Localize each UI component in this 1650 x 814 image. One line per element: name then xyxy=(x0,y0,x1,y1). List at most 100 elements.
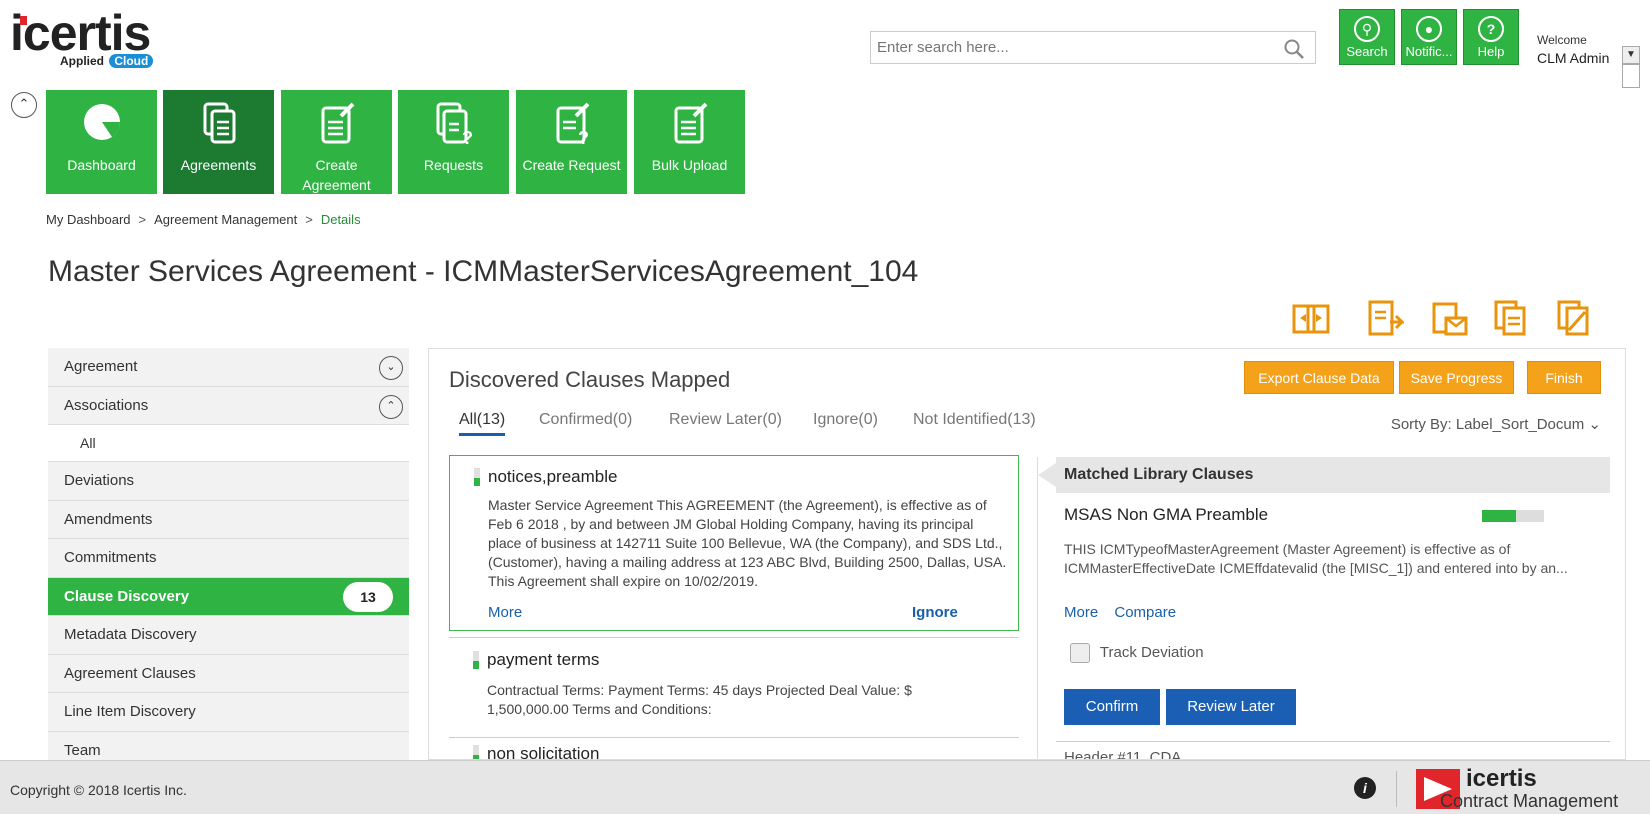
icertis-logo[interactable]: icertis Applied Cloud xyxy=(10,8,155,72)
confidence-fill xyxy=(473,661,479,669)
tile-dashboard[interactable]: Dashboard xyxy=(46,90,157,194)
library-clause-text: THIS ICMTypeofMasterAgreement (Master Ag… xyxy=(1064,541,1568,576)
info-icon[interactable]: i xyxy=(1354,777,1376,799)
sidebar-item-label: Amendments xyxy=(64,510,153,528)
tile-create-agreement[interactable]: Create Agreement xyxy=(281,90,392,194)
tab-all[interactable]: All(13) xyxy=(459,411,506,436)
sidebar-item-label: Line Item Discovery xyxy=(64,703,196,720)
breadcrumb-details: Details xyxy=(320,212,361,227)
tile-label: Requests xyxy=(423,157,484,173)
match-score-bar xyxy=(1482,510,1544,522)
notifications-button-label: Notific... xyxy=(1405,44,1453,59)
clause-card[interactable]: notices,preamble Master Service Agreemen… xyxy=(449,455,1019,631)
export-document-icon[interactable] xyxy=(1366,298,1404,338)
sidebar-item-amendments[interactable]: Amendments xyxy=(48,500,409,539)
double-chevron-up-icon: ⌃ xyxy=(18,96,30,111)
search-input[interactable] xyxy=(871,32,1271,63)
matched-library-panel: Matched Library Clauses MSAS Non GMA Pre… xyxy=(1037,457,1610,759)
user-dropdown-scroll[interactable] xyxy=(1622,64,1640,88)
create-request-icon: ? xyxy=(556,102,589,148)
chevron-up-icon[interactable]: ⌃ xyxy=(379,394,403,419)
tile-bulk-upload[interactable]: Bulk Upload xyxy=(634,90,745,194)
divider xyxy=(449,737,1019,738)
create-document-icon xyxy=(321,102,354,144)
panel-title: Discovered Clauses Mapped xyxy=(449,367,731,392)
breadcrumb-agreement-management[interactable]: Agreement Management xyxy=(154,212,297,227)
more-link[interactable]: More xyxy=(488,604,522,621)
library-links: More Compare xyxy=(1064,604,1188,621)
confirm-button[interactable]: Confirm xyxy=(1064,689,1160,725)
next-library-clause-title[interactable]: Header #11_CDA xyxy=(1064,749,1181,759)
library-heading: Matched Library Clauses xyxy=(1056,457,1610,493)
global-search xyxy=(870,31,1316,64)
welcome-label: Welcome xyxy=(1537,33,1587,47)
breadcrumb-my-dashboard[interactable]: My Dashboard xyxy=(46,212,131,227)
sidebar-item-team[interactable]: Team xyxy=(48,731,409,760)
track-deviation-row[interactable]: Track Deviation xyxy=(1070,643,1204,663)
logo-dot xyxy=(20,16,27,25)
review-later-button[interactable]: Review Later xyxy=(1166,689,1296,725)
sidebar-item-deviations[interactable]: Deviations xyxy=(48,462,409,501)
clause-card[interactable]: non solicitation xyxy=(449,741,1019,759)
copy-document-icon[interactable] xyxy=(1492,298,1530,338)
sidebar-item-label: Team xyxy=(64,741,101,759)
breadcrumb-separator: > xyxy=(138,212,147,227)
tile-label: Bulk Upload xyxy=(651,157,728,173)
tile-agreements[interactable]: Agreements xyxy=(163,90,274,194)
user-dropdown-toggle[interactable]: ▼ xyxy=(1622,46,1640,64)
sidebar-item-agreement[interactable]: Agreement ⌄ xyxy=(48,348,409,387)
sidebar-item-metadata-discovery[interactable]: Metadata Discovery xyxy=(48,616,409,655)
divider xyxy=(1396,771,1397,807)
more-link[interactable]: More xyxy=(1064,604,1098,621)
tab-review-later[interactable]: Review Later(0) xyxy=(669,411,782,429)
username[interactable]: CLM Admin xyxy=(1537,50,1609,66)
export-clause-data-button[interactable]: Export Clause Data xyxy=(1244,361,1394,394)
confidence-bar xyxy=(474,468,480,486)
clause-title: payment terms xyxy=(487,650,600,669)
sidebar-item-line-item-discovery[interactable]: Line Item Discovery xyxy=(48,693,409,732)
finish-button[interactable]: Finish xyxy=(1527,361,1601,394)
sidebar-item-label: Metadata Discovery xyxy=(64,626,197,643)
footer-product: Contract Management xyxy=(1440,791,1619,811)
transfer-document-icon[interactable] xyxy=(1292,298,1330,338)
tile-label: Dashboard xyxy=(67,157,136,173)
sidebar-item-label: Clause Discovery xyxy=(64,587,190,605)
notifications-button[interactable]: ● Notific... xyxy=(1401,9,1457,65)
save-progress-button[interactable]: Save Progress xyxy=(1399,361,1514,394)
footer-brand: icertis xyxy=(1466,765,1537,792)
help-button[interactable]: ? Help xyxy=(1463,9,1519,65)
tab-confirmed[interactable]: Confirmed(0) xyxy=(539,411,632,429)
search-icon: ⚲ xyxy=(1354,16,1380,42)
sidebar-item-associations[interactable]: Associations ⌃ xyxy=(48,386,409,425)
footer: Copyright © 2018 Icertis Inc. i icertis … xyxy=(0,760,1650,814)
library-clause-title: MSAS Non GMA Preamble xyxy=(1064,505,1269,524)
collapse-tiles-button[interactable]: ⌃ xyxy=(11,92,37,118)
tile-label: Create Request xyxy=(522,157,621,173)
sort-by-dropdown[interactable]: Sorty By: Label_Sort_Docum ⌄ xyxy=(1391,415,1601,433)
sidebar-item-clause-discovery[interactable]: Clause Discovery 13 xyxy=(48,577,409,616)
tab-not-identified[interactable]: Not Identified(13) xyxy=(913,411,1036,429)
bell-icon: ● xyxy=(1416,16,1442,42)
email-document-icon[interactable] xyxy=(1430,298,1468,338)
tile-create-request[interactable]: ? Create Request xyxy=(516,90,627,194)
search-button[interactable]: ⚲ Search xyxy=(1339,9,1395,65)
sidebar-item-agreement-clauses[interactable]: Agreement Clauses xyxy=(48,654,409,693)
track-deviation-checkbox[interactable] xyxy=(1070,643,1090,663)
search-icon[interactable] xyxy=(1283,38,1305,60)
count-badge: 13 xyxy=(343,581,393,612)
tile-requests[interactable]: ? Requests xyxy=(398,90,509,194)
documents-icon xyxy=(203,102,235,144)
tab-ignore[interactable]: Ignore(0) xyxy=(813,411,878,429)
chevron-down-icon[interactable]: ⌄ xyxy=(379,356,403,380)
breadcrumb-separator: > xyxy=(305,212,313,227)
sidebar-item-label: Commitments xyxy=(64,549,157,566)
tile-label: Agreements xyxy=(180,157,257,173)
ignore-link[interactable]: Ignore xyxy=(912,604,958,621)
compare-link[interactable]: Compare xyxy=(1114,604,1176,621)
sidebar-item-label: All xyxy=(80,435,96,451)
edit-document-icon[interactable] xyxy=(1555,298,1593,338)
clause-card[interactable]: payment terms Contractual Terms: Payment… xyxy=(449,641,1019,731)
sidebar-item-commitments[interactable]: Commitments xyxy=(48,539,409,578)
sidebar-item-all[interactable]: All xyxy=(48,425,409,462)
search-button-label: Search xyxy=(1346,44,1388,59)
